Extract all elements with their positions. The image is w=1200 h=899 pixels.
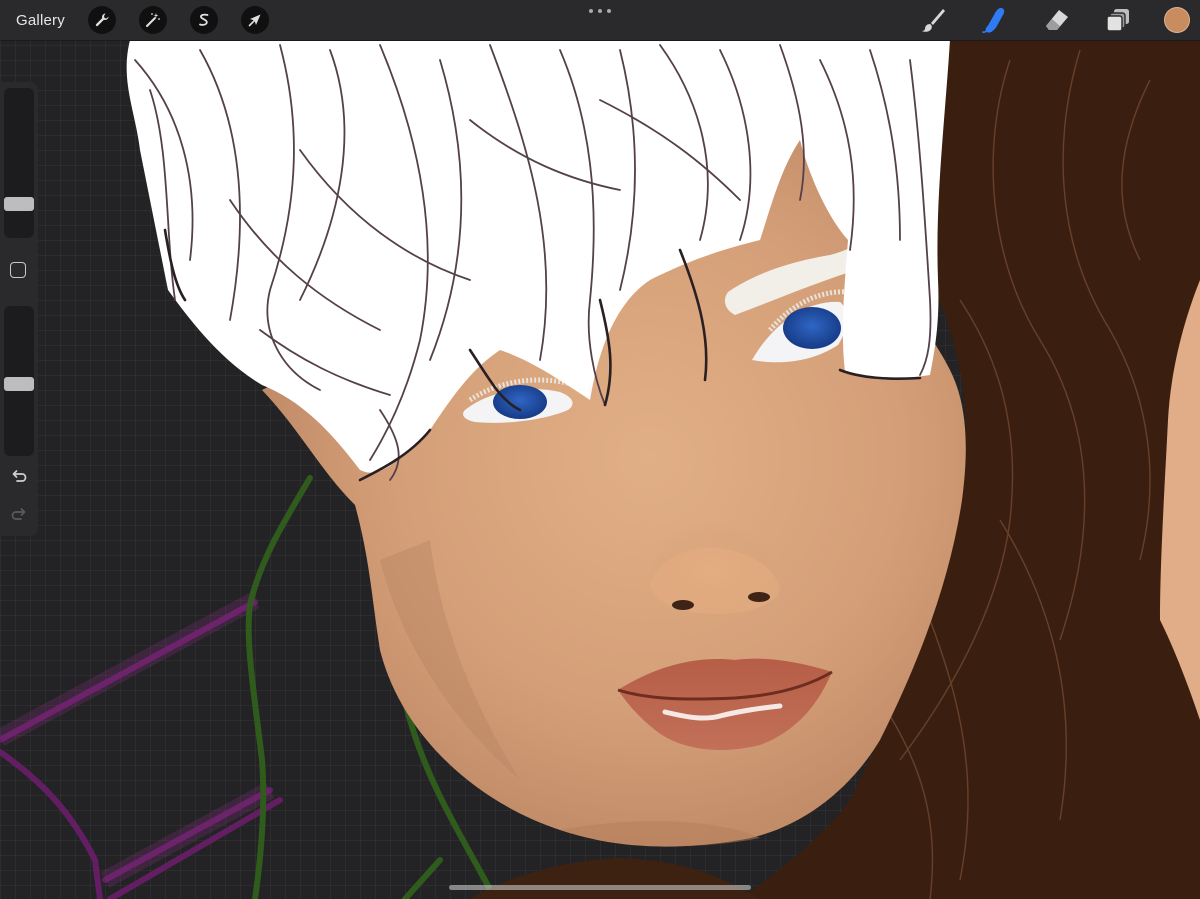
redo-arrow-icon (11, 508, 26, 520)
brown-hair-bottom (470, 858, 760, 899)
iris-right (783, 307, 841, 349)
opacity-slider-handle[interactable] (4, 376, 34, 391)
iris-left (493, 385, 547, 419)
nostril-right (748, 592, 770, 602)
layers-button[interactable] (1104, 5, 1134, 35)
dot-icon (589, 9, 593, 13)
brush-size-slider[interactable] (4, 88, 34, 238)
undo-arrow-icon (12, 470, 27, 482)
transform-button[interactable] (240, 6, 269, 34)
color-picker-swatch[interactable] (1164, 7, 1190, 33)
actions-button[interactable] (87, 6, 116, 34)
dot-icon (598, 9, 602, 13)
layers-icon (1106, 9, 1129, 32)
drawing-canvas[interactable] (0, 0, 1200, 899)
undo-button[interactable] (8, 466, 30, 488)
eraser-tool-button[interactable] (1042, 5, 1072, 35)
selection-button[interactable] (189, 6, 218, 34)
wrench-icon (95, 13, 109, 27)
left-sidebar (0, 82, 38, 536)
adjustments-button[interactable] (138, 6, 167, 34)
procreate-app: Gallery (0, 0, 1200, 899)
magic-wand-icon (145, 13, 160, 27)
brush-icon (922, 9, 945, 32)
toolbar-more-dots[interactable] (589, 6, 611, 16)
home-indicator[interactable] (449, 885, 751, 890)
eraser-icon (1046, 10, 1068, 30)
right-tool-group (918, 0, 1200, 40)
redo-button[interactable] (8, 504, 30, 526)
brush-tool-button[interactable] (918, 5, 948, 35)
smudge-tool-button[interactable] (980, 5, 1010, 35)
modify-button[interactable] (10, 262, 26, 278)
nostril-left (672, 600, 694, 610)
dot-icon (607, 9, 611, 13)
top-toolbar: Gallery (0, 0, 1200, 41)
brush-size-slider-handle[interactable] (4, 196, 34, 211)
sketch-purple-glow (0, 592, 275, 888)
smudge-finger-icon (982, 8, 1005, 33)
gallery-button[interactable]: Gallery (16, 12, 65, 29)
selection-s-icon (199, 13, 209, 26)
arrow-cursor-icon (248, 14, 261, 27)
